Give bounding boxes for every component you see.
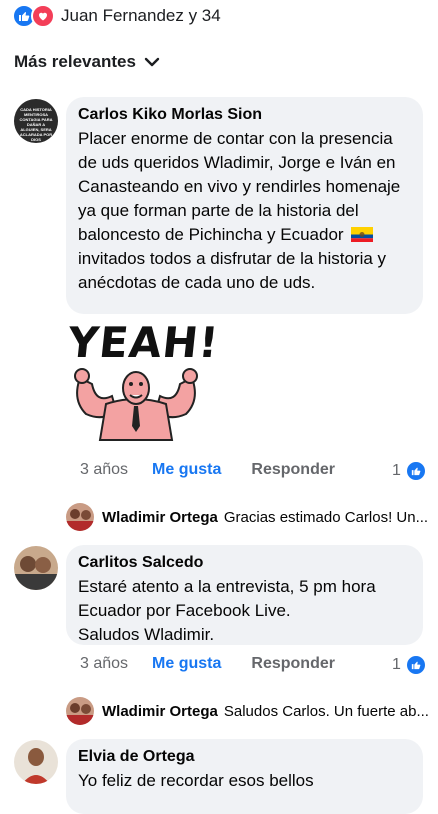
comment-author[interactable]: Carlitos Salcedo	[78, 553, 411, 573]
comment-bubble[interactable]: Elvia de Ortega Yo feliz de recordar eso…	[66, 739, 423, 814]
reply-button[interactable]: Responder	[251, 655, 335, 673]
chevron-down-icon	[144, 57, 160, 67]
reply-preview[interactable]: Wladimir Ortega Gracias estimado Carlos!…	[66, 503, 428, 531]
reply-author: Wladimir Ortega	[102, 508, 218, 526]
avatar[interactable]: CADA HISTORIA MENTIROSA CONTAGIA PARA DA…	[14, 99, 58, 143]
ecuador-flag-icon	[351, 227, 374, 242]
avatar[interactable]	[66, 503, 94, 531]
comment-text-line: Saludos Wladimir.	[78, 625, 215, 644]
like-count-number: 1	[392, 656, 401, 673]
comment-bubble[interactable]: Carlitos Salcedo Estaré atento a la entr…	[66, 545, 423, 645]
like-button[interactable]: Me gusta	[152, 655, 221, 673]
sort-label: Más relevantes	[14, 52, 136, 71]
avatar-caption: CADA HISTORIA MENTIROSA CONTAGIA PARA DA…	[19, 107, 53, 142]
like-icon	[404, 654, 427, 676]
reply-author: Wladimir Ortega	[102, 702, 218, 720]
comment-text: Estaré atento a la entrevista, 5 pm hora…	[78, 575, 411, 647]
comment-text: Yo feliz de recordar esos bellos	[78, 771, 314, 790]
reply-button[interactable]: Responder	[251, 461, 335, 479]
like-icon	[404, 460, 427, 482]
comment-time[interactable]: 3 años	[80, 461, 128, 479]
comment-author[interactable]: Carlos Kiko Morlas Sion	[78, 105, 411, 125]
yeah-sticker[interactable]: YEAH!	[65, 318, 221, 446]
reply-preview[interactable]: Wladimir Ortega Saludos Carlos. Un fuert…	[66, 697, 429, 725]
comment-text-line: Estaré atento a la entrevista, 5 pm hora	[78, 577, 376, 596]
avatar[interactable]	[14, 546, 58, 590]
love-icon	[31, 4, 55, 28]
like-count-number: 1	[392, 462, 401, 479]
reactions-summary[interactable]: Juan Fernandez y 34	[61, 6, 221, 26]
like-button[interactable]: Me gusta	[152, 461, 221, 479]
comment-text: Placer enorme de contar con la presencia…	[78, 127, 411, 295]
comment-actions: 3 años Me gusta Responder	[80, 461, 335, 479]
reply-text: Gracias estimado Carlos! Un...	[223, 508, 429, 526]
like-count[interactable]: 1	[392, 460, 427, 482]
comment-author[interactable]: Elvia de Ortega	[78, 747, 411, 767]
avatar[interactable]	[66, 697, 94, 725]
comment-time[interactable]: 3 años	[80, 655, 128, 673]
comment-bubble[interactable]: Carlos Kiko Morlas Sion Placer enorme de…	[66, 97, 423, 314]
comment-actions: 3 años Me gusta Responder	[80, 655, 335, 673]
reactions-bar[interactable]: Juan Fernandez y 34	[12, 4, 221, 28]
flexing-man-illustration	[74, 368, 198, 441]
avatar[interactable]	[14, 740, 58, 784]
like-count[interactable]: 1	[392, 654, 427, 676]
comment-text-line: Ecuador por Facebook Live.	[78, 601, 291, 620]
reply-text: Saludos Carlos. Un fuerte ab...	[223, 702, 429, 720]
sort-dropdown[interactable]: Más relevantes	[14, 52, 160, 72]
comment-text-part: invitados todos a disfrutar de la histor…	[78, 249, 387, 292]
